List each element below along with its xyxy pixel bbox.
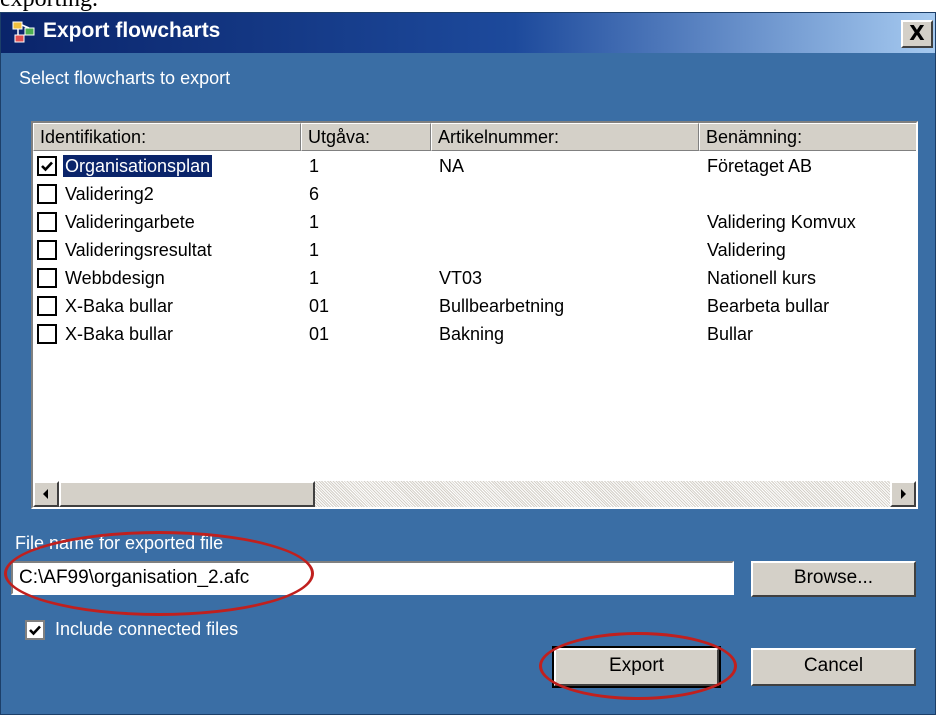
arrow-left-icon [43,489,48,499]
cell-identifikation: X-Baka bullar [65,324,174,344]
cell-utgava: 6 [309,184,320,204]
cell-utgava: 1 [309,212,320,232]
cell-identifikation: Validering2 [65,184,154,204]
arrow-right-icon [901,489,906,499]
export-dialog: Export flowcharts X Select flowcharts to… [0,12,936,715]
horizontal-scrollbar[interactable] [33,481,916,507]
table-row[interactable]: X-Baka bullar 01 Bullbearbetning Bearbeta b… [33,293,916,319]
cell-benamning: Bullar [707,324,754,344]
table-row[interactable]: Validering2 6 [33,181,916,207]
cell-identifikation: Valideringsresultat [65,240,212,260]
window-title: Export flowcharts [43,19,221,42]
row-checkbox[interactable] [37,212,57,232]
cell-utgava: 1 [309,156,320,176]
table-row[interactable]: Webbdesign 1 VT03 Nationell kurs [33,265,916,291]
cell-benamning: Bearbeta bullar [707,296,830,316]
cell-benamning: Validering Komvux [707,212,856,232]
cell-utgava: 1 [309,240,320,260]
cell-identifikation: Webbdesign [65,268,165,288]
column-header-benamning[interactable]: Benämning: [699,123,916,151]
cell-identifikation: Valideringarbete [65,212,195,232]
browse-button[interactable]: Browse... [751,561,916,597]
scroll-right-button[interactable] [890,481,916,507]
column-header-artikelnummer[interactable]: Artikelnummer: [431,123,699,151]
checkmark-icon [41,161,53,172]
row-checkbox[interactable] [37,296,57,316]
row-checkbox[interactable] [37,324,57,344]
above-text: exporting. [0,0,98,12]
title-bar[interactable]: Export flowcharts X [1,13,935,53]
table-row[interactable]: Valideringarbete 1 Validering Komvux [33,209,916,235]
row-checkbox[interactable] [37,268,57,288]
select-flowcharts-label: Select flowcharts to export [19,68,231,88]
list-header: Identifikation: Utgåva: Artikelnummer: B… [33,123,916,151]
scrollbar-thumb[interactable] [59,481,315,507]
cancel-button[interactable]: Cancel [751,648,916,686]
cell-benamning: Företaget AB [707,156,813,176]
cell-utgava: 1 [309,268,320,288]
row-checkbox[interactable] [37,156,57,176]
table-row[interactable]: Organisationsplan 1 NA Företaget AB [33,153,916,179]
cell-utgava: 01 [309,296,330,316]
file-name-input[interactable]: C:\AF99\organisation_2.afc [11,561,734,595]
checkmark-icon [29,625,41,636]
cell-artikelnummer: Bakning [439,324,505,344]
include-connected-label: Include connected files [55,619,239,639]
table-row[interactable]: X-Baka bullar 01 Bakning Bullar [33,321,916,347]
export-button[interactable]: Export [552,646,721,688]
scroll-left-button[interactable] [33,481,59,507]
column-header-identifikation[interactable]: Identifikation: [33,123,301,151]
file-name-label: File name for exported file [15,533,224,553]
row-checkbox[interactable] [37,240,57,260]
column-header-utgava[interactable]: Utgåva: [301,123,431,151]
flowchart-list[interactable]: Identifikation: Utgåva: Artikelnummer: B… [31,121,918,509]
flowchart-app-icon [11,20,37,44]
cell-artikelnummer: VT03 [439,268,483,288]
cell-artikelnummer: NA [439,156,465,176]
close-button[interactable]: X [901,20,933,48]
row-checkbox[interactable] [37,184,57,204]
cell-artikelnummer: Bullbearbetning [439,296,565,316]
include-connected-checkbox[interactable] [25,620,45,640]
cell-identifikation: X-Baka bullar [65,296,174,316]
cell-utgava: 01 [309,324,330,344]
cell-benamning: Nationell kurs [707,268,817,288]
cell-identifikation: Organisationsplan [61,154,214,178]
table-row[interactable]: Valideringsresultat 1 Validering [33,237,916,263]
cell-benamning: Validering [707,240,786,260]
